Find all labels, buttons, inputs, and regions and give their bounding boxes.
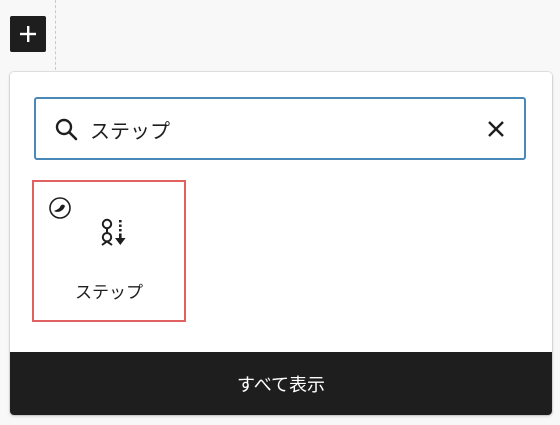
step-list-icon — [101, 218, 126, 246]
block-search — [34, 97, 526, 160]
browse-all-button[interactable]: すべて表示 — [10, 352, 552, 415]
editor-canvas: ステップ すべて表示 — [0, 0, 560, 425]
plugin-badge-icon — [49, 197, 71, 219]
block-inserter-popover: ステップ すべて表示 — [10, 72, 552, 415]
search-input[interactable] — [90, 107, 470, 151]
close-icon — [488, 121, 504, 137]
search-icon — [55, 118, 78, 141]
block-result-label: ステップ — [75, 283, 143, 303]
add-block-button[interactable] — [10, 16, 46, 52]
plus-icon — [20, 26, 36, 42]
clear-search-button[interactable] — [480, 113, 512, 145]
block-guide-line — [55, 0, 56, 75]
block-result-item[interactable]: ステップ — [32, 180, 186, 322]
